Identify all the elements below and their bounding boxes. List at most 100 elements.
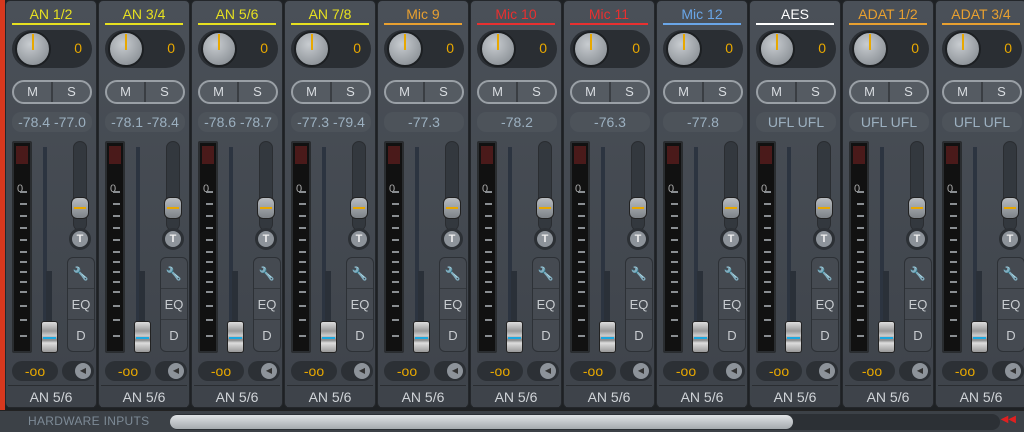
wrench-icon[interactable]: 🔧	[998, 258, 1024, 289]
wrench-icon[interactable]: 🔧	[440, 258, 466, 289]
mute-button[interactable]: M	[200, 82, 237, 102]
collapse-button[interactable]: ◀	[341, 361, 373, 381]
collapse-button[interactable]: ◀	[899, 361, 931, 381]
eq-button[interactable]: EQ	[68, 289, 94, 320]
width-slider-handle[interactable]	[908, 197, 926, 219]
rewind-icon[interactable]: ◀◀	[1001, 414, 1016, 425]
routing-selector[interactable]: AN 5/6	[8, 385, 94, 407]
trim-button[interactable]: T	[906, 228, 928, 250]
volume-fader-handle[interactable]	[41, 321, 58, 353]
collapse-button[interactable]: ◀	[620, 361, 652, 381]
fader-value[interactable]: -oo	[198, 361, 244, 381]
routing-selector[interactable]: AN 5/6	[287, 385, 373, 407]
gain-control[interactable]: 0	[384, 30, 464, 68]
channel-name[interactable]: Mic 12	[657, 6, 747, 22]
dynamics-button[interactable]: D	[905, 320, 931, 351]
solo-button[interactable]: S	[51, 82, 90, 102]
dynamics-button[interactable]: D	[347, 320, 373, 351]
wrench-icon[interactable]: 🔧	[905, 258, 931, 289]
trim-button[interactable]: T	[69, 228, 91, 250]
gain-control[interactable]: 0	[942, 30, 1022, 68]
collapse-button[interactable]: ◀	[992, 361, 1024, 381]
gain-knob[interactable]	[108, 31, 144, 67]
volume-fader-handle[interactable]	[878, 321, 895, 353]
solo-button[interactable]: S	[981, 82, 1020, 102]
trim-button[interactable]: T	[813, 228, 835, 250]
width-slider-handle[interactable]	[257, 197, 275, 219]
channel-name[interactable]: ADAT 3/4	[936, 6, 1024, 22]
volume-fader-handle[interactable]	[785, 321, 802, 353]
trim-button[interactable]: T	[720, 228, 742, 250]
volume-fader-handle[interactable]	[692, 321, 709, 353]
routing-selector[interactable]: AN 5/6	[194, 385, 280, 407]
routing-selector[interactable]: AN 5/6	[752, 385, 838, 407]
volume-fader-handle[interactable]	[320, 321, 337, 353]
fader-value[interactable]: -oo	[942, 361, 988, 381]
routing-selector[interactable]: AN 5/6	[566, 385, 652, 407]
dynamics-button[interactable]: D	[68, 320, 94, 351]
collapse-button[interactable]: ◀	[155, 361, 187, 381]
wrench-icon[interactable]: 🔧	[347, 258, 373, 289]
channel-name[interactable]: Mic 9	[378, 6, 468, 22]
channel-name[interactable]: AN 7/8	[285, 6, 375, 22]
trim-button[interactable]: T	[534, 228, 556, 250]
trim-button[interactable]: T	[627, 228, 649, 250]
gain-knob[interactable]	[852, 31, 888, 67]
mute-button[interactable]: M	[758, 82, 795, 102]
gain-control[interactable]: 0	[291, 30, 371, 68]
collapse-button[interactable]: ◀	[806, 361, 838, 381]
solo-button[interactable]: S	[795, 82, 834, 102]
channel-name[interactable]: Mic 10	[471, 6, 561, 22]
trim-button[interactable]: T	[348, 228, 370, 250]
wrench-icon[interactable]: 🔧	[626, 258, 652, 289]
dynamics-button[interactable]: D	[812, 320, 838, 351]
wrench-icon[interactable]: 🔧	[161, 258, 187, 289]
fader-value[interactable]: -oo	[663, 361, 709, 381]
volume-fader-handle[interactable]	[599, 321, 616, 353]
solo-button[interactable]: S	[237, 82, 276, 102]
channel-name[interactable]: AN 1/2	[6, 6, 96, 22]
gain-control[interactable]: 0	[663, 30, 743, 68]
mute-button[interactable]: M	[665, 82, 702, 102]
routing-selector[interactable]: AN 5/6	[380, 385, 466, 407]
collapse-button[interactable]: ◀	[527, 361, 559, 381]
horizontal-scrollbar[interactable]	[170, 414, 1000, 430]
dynamics-button[interactable]: D	[440, 320, 466, 351]
gain-knob[interactable]	[480, 31, 516, 67]
routing-selector[interactable]: AN 5/6	[938, 385, 1024, 407]
volume-fader-handle[interactable]	[971, 321, 988, 353]
gain-knob[interactable]	[573, 31, 609, 67]
eq-button[interactable]: EQ	[254, 289, 280, 320]
trim-button[interactable]: T	[441, 228, 463, 250]
eq-button[interactable]: EQ	[719, 289, 745, 320]
width-slider-handle[interactable]	[1001, 197, 1019, 219]
eq-button[interactable]: EQ	[998, 289, 1024, 320]
collapse-button[interactable]: ◀	[434, 361, 466, 381]
width-slider-handle[interactable]	[722, 197, 740, 219]
dynamics-button[interactable]: D	[161, 320, 187, 351]
gain-control[interactable]: 0	[198, 30, 278, 68]
volume-fader-handle[interactable]	[413, 321, 430, 353]
routing-selector[interactable]: AN 5/6	[659, 385, 745, 407]
solo-button[interactable]: S	[702, 82, 741, 102]
dynamics-button[interactable]: D	[626, 320, 652, 351]
fader-value[interactable]: -oo	[291, 361, 337, 381]
wrench-icon[interactable]: 🔧	[719, 258, 745, 289]
gain-control[interactable]: 0	[105, 30, 185, 68]
collapse-button[interactable]: ◀	[62, 361, 94, 381]
width-slider-handle[interactable]	[443, 197, 461, 219]
gain-control[interactable]: 0	[477, 30, 557, 68]
dynamics-button[interactable]: D	[533, 320, 559, 351]
eq-button[interactable]: EQ	[440, 289, 466, 320]
trim-button[interactable]: T	[999, 228, 1021, 250]
width-slider-handle[interactable]	[815, 197, 833, 219]
fader-value[interactable]: -oo	[105, 361, 151, 381]
gain-knob[interactable]	[666, 31, 702, 67]
wrench-icon[interactable]: 🔧	[68, 258, 94, 289]
gain-knob[interactable]	[759, 31, 795, 67]
gain-control[interactable]: 0	[849, 30, 929, 68]
mute-button[interactable]: M	[293, 82, 330, 102]
channel-name[interactable]: ADAT 1/2	[843, 6, 933, 22]
channel-name[interactable]: AES	[750, 6, 840, 22]
fader-value[interactable]: -oo	[384, 361, 430, 381]
